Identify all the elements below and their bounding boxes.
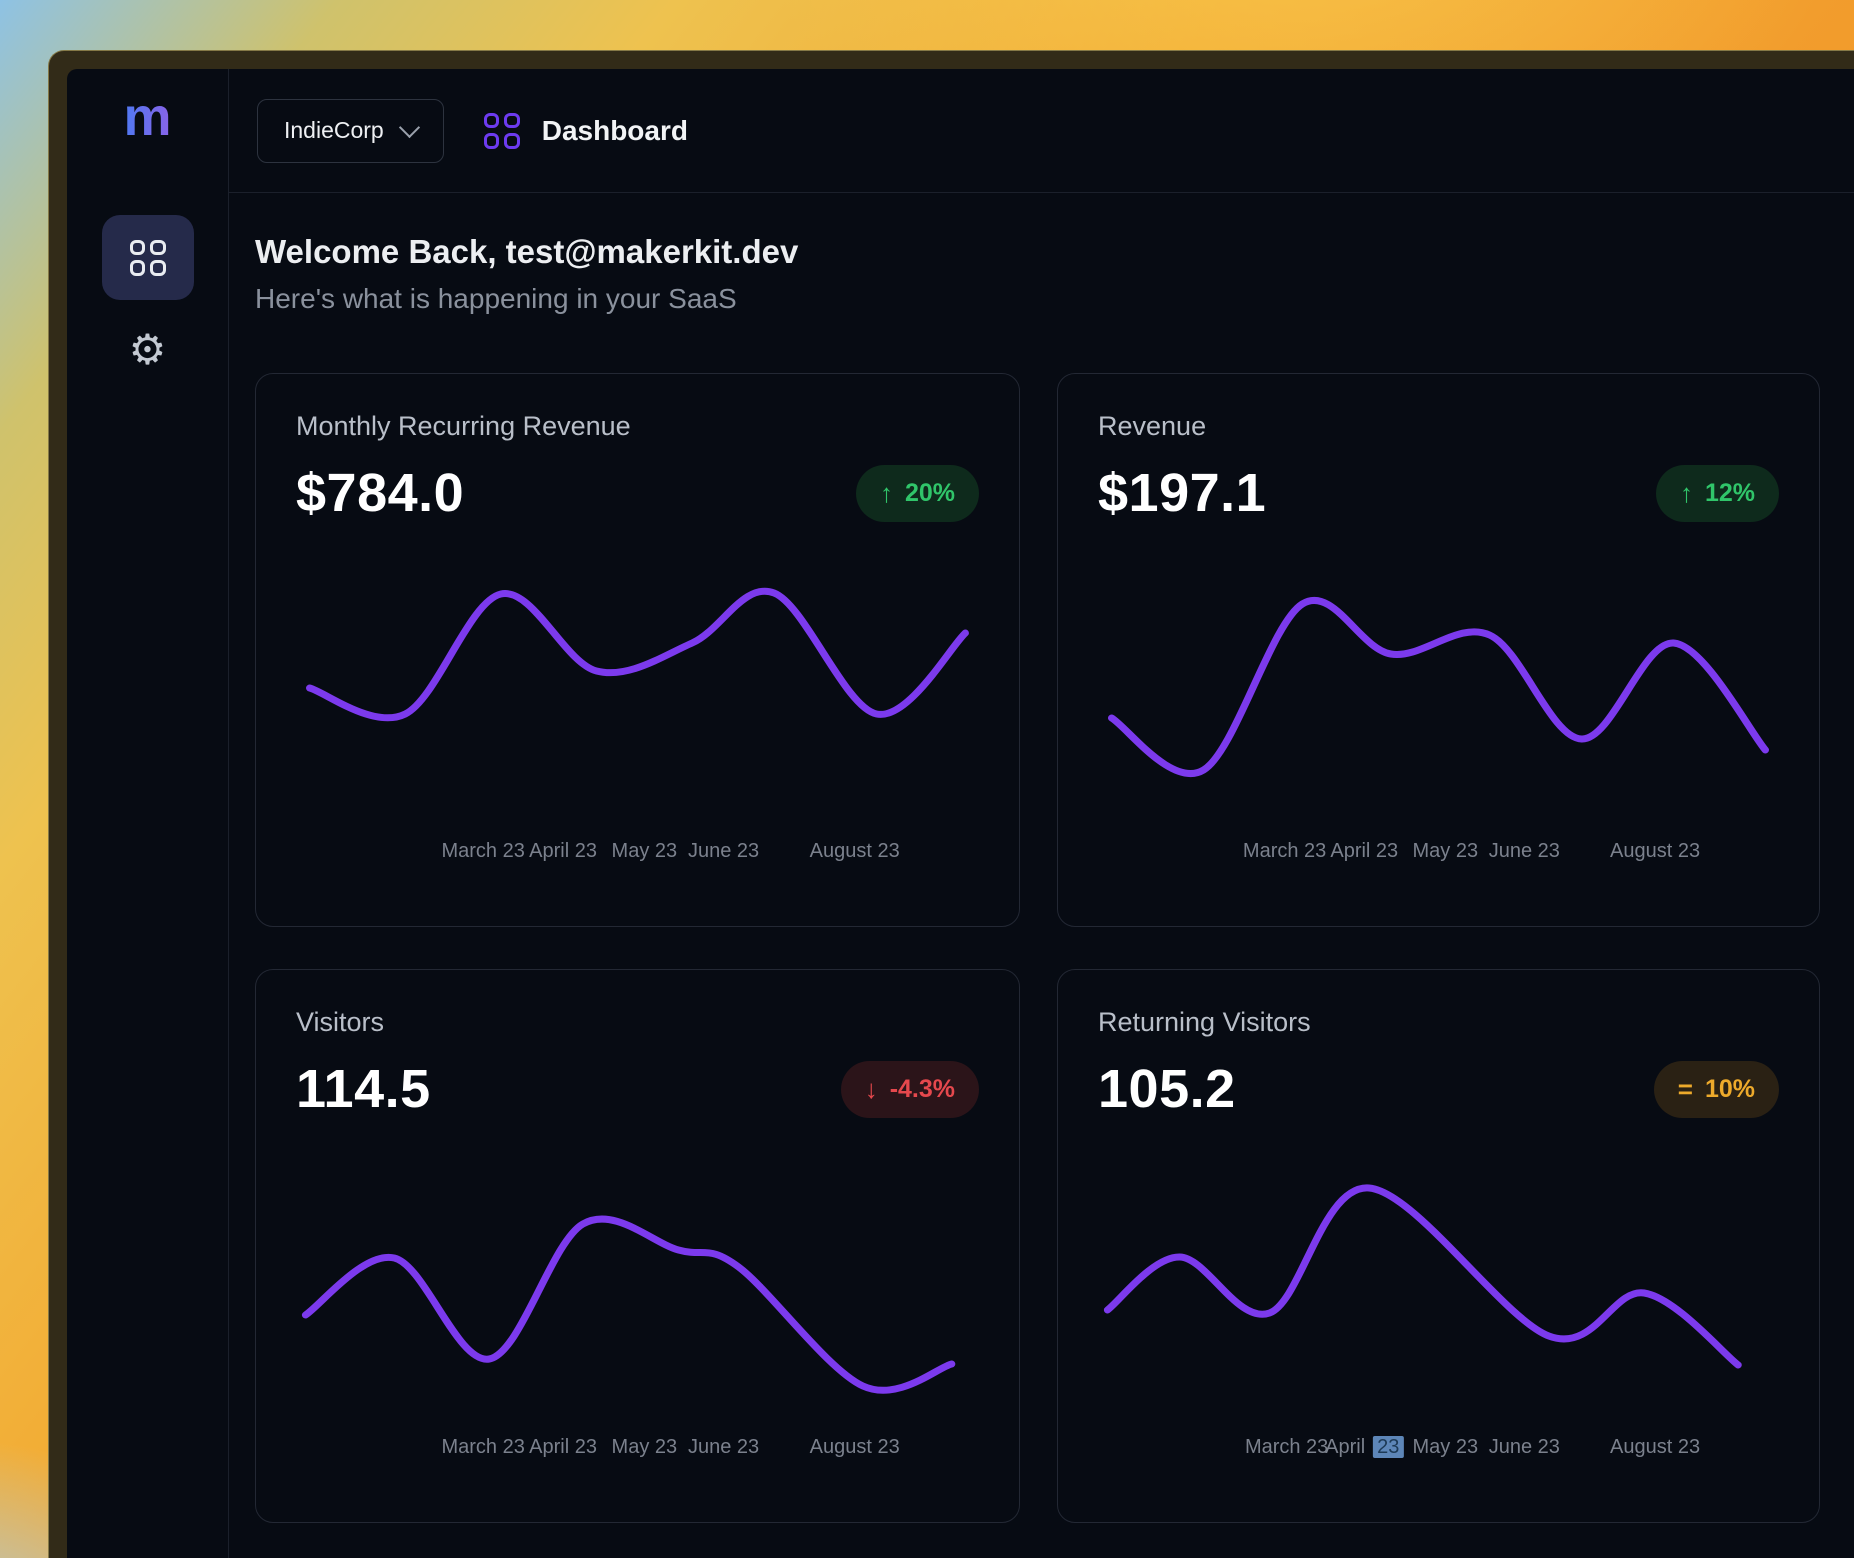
grid-icon <box>130 240 166 276</box>
axis-tick-label: June 23 <box>688 840 759 863</box>
axis-tick-label: May 23 <box>1413 1436 1479 1459</box>
axis-tick-label: August 23 <box>810 840 900 863</box>
axis-tick-label: August 23 <box>1610 1436 1700 1459</box>
axis-tick-label: March 23 <box>441 840 524 863</box>
top-bar: IndieCorp Dashboard <box>229 69 1854 193</box>
card-title: Revenue <box>1098 410 1779 442</box>
metric-value: $784.0 <box>296 462 464 524</box>
axis-tick-label: June 23 <box>688 1436 759 1459</box>
equals-icon: = <box>1678 1074 1693 1105</box>
welcome-title: Welcome Back, test@makerkit.dev <box>255 231 1821 273</box>
mrr-chart: March 23April 23 May 23 June 23 August 23 <box>296 568 979 864</box>
app-window: m ⚙ IndieCorp Dashboard <box>48 50 1854 1558</box>
page-heading: Dashboard <box>484 113 688 149</box>
metric-value: 105.2 <box>1098 1058 1236 1120</box>
trend-value: 12% <box>1705 479 1755 508</box>
axis-tick-label: April 23 <box>529 840 597 863</box>
settings-gear-icon[interactable]: ⚙ <box>129 328 167 372</box>
trend-value: 10% <box>1705 1075 1755 1104</box>
card-title: Monthly Recurring Revenue <box>296 410 979 442</box>
desktop-wallpaper: m ⚙ IndieCorp Dashboard <box>0 0 1854 1558</box>
x-axis: March 23April 23 May 23 June 23 August 23 <box>296 1436 979 1460</box>
line-chart <box>296 568 979 818</box>
x-axis: March 23April 23 May 23 June 23 August 23 <box>296 840 979 864</box>
revenue-chart: March 23April 23 May 23 June 23 August 23 <box>1098 568 1779 864</box>
axis-tick-label: June 23 <box>1489 1436 1560 1459</box>
value-row: $784.0 ↑ 20% <box>296 462 979 524</box>
axis-tick-label: April 23 <box>1330 840 1398 863</box>
sidebar-item-dashboard[interactable] <box>102 215 194 300</box>
metric-value: 114.5 <box>296 1058 431 1120</box>
makerkit-logo: m <box>123 89 171 145</box>
arrow-up-icon: ↑ <box>880 478 893 509</box>
axis-tick-label: March 23 <box>1243 840 1326 863</box>
arrow-up-icon: ↑ <box>1680 478 1693 509</box>
chevron-down-icon <box>399 116 420 137</box>
page-title: Dashboard <box>542 115 688 147</box>
card-title: Visitors <box>296 1006 979 1038</box>
axis-tick-label: March 23 <box>1245 1436 1328 1459</box>
content-area: IndieCorp Dashboard Welcome Back, test@m… <box>229 69 1854 1558</box>
trend-badge: ↑ 12% <box>1656 465 1779 522</box>
axis-tick-label: May 23 <box>612 1436 678 1459</box>
trend-badge: = 10% <box>1654 1061 1779 1118</box>
trend-value: 20% <box>905 479 955 508</box>
axis-tick-label: April23 <box>1325 1436 1403 1459</box>
axis-tick-label: March 23 <box>441 1436 524 1459</box>
sidebar: m ⚙ <box>67 69 229 1558</box>
visitors-chart: March 23April 23 May 23 June 23 August 23 <box>296 1164 979 1460</box>
axis-tick-label: April 23 <box>529 1436 597 1459</box>
axis-tick-label: May 23 <box>612 840 678 863</box>
card-monthly-recurring-revenue: Monthly Recurring Revenue $784.0 ↑ 20% M… <box>255 373 1020 927</box>
axis-tick-label: August 23 <box>810 1436 900 1459</box>
welcome-subtitle: Here's what is happening in your SaaS <box>255 281 1821 317</box>
card-visitors: Visitors 114.5 ↓ -4.3% March 23April 23M… <box>255 969 1020 1523</box>
value-row: 105.2 = 10% <box>1098 1058 1779 1120</box>
trend-value: -4.3% <box>890 1075 955 1104</box>
value-row: 114.5 ↓ -4.3% <box>296 1058 979 1120</box>
value-row: $197.1 ↑ 12% <box>1098 462 1779 524</box>
line-chart <box>296 1164 979 1414</box>
line-chart <box>1098 1164 1779 1414</box>
org-switcher-button[interactable]: IndieCorp <box>257 99 444 163</box>
card-title: Returning Visitors <box>1098 1006 1779 1038</box>
card-returning-visitors: Returning Visitors 105.2 = 10% March 23A… <box>1057 969 1820 1523</box>
axis-tick-label: June 23 <box>1489 840 1560 863</box>
returning-visitors-chart: March 23April23 May 23 June 23 August 23 <box>1098 1164 1779 1460</box>
dashboard-grid-icon <box>484 113 520 149</box>
main-panel: Welcome Back, test@makerkit.dev Here's w… <box>229 193 1854 1558</box>
x-axis: March 23April 23 May 23 June 23 August 23 <box>1098 840 1779 864</box>
arrow-down-icon: ↓ <box>865 1074 878 1105</box>
org-switcher-label: IndieCorp <box>284 117 384 144</box>
card-revenue: Revenue $197.1 ↑ 12% March 23April 23 May… <box>1057 373 1820 927</box>
line-chart <box>1098 568 1779 818</box>
selected-text: 23 <box>1373 1436 1403 1458</box>
cards-grid: Monthly Recurring Revenue $784.0 ↑ 20% M… <box>255 373 1821 1523</box>
app-root: m ⚙ IndieCorp Dashboard <box>67 69 1854 1558</box>
trend-badge: ↓ -4.3% <box>841 1061 979 1118</box>
x-axis: March 23April23 May 23 June 23 August 23 <box>1098 1436 1779 1460</box>
axis-tick-label: August 23 <box>1610 840 1700 863</box>
metric-value: $197.1 <box>1098 462 1266 524</box>
trend-badge: ↑ 20% <box>856 465 979 522</box>
axis-tick-label: May 23 <box>1413 840 1479 863</box>
